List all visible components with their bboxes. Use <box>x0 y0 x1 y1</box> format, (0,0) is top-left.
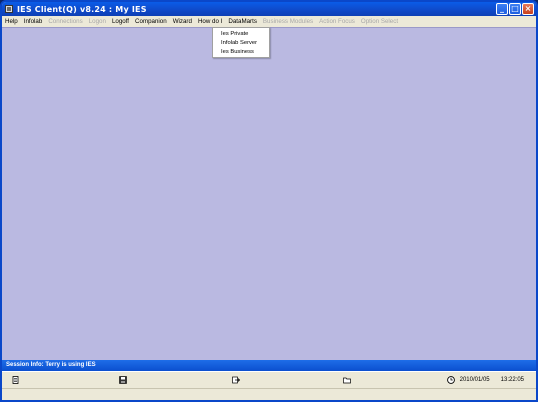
export-icon[interactable] <box>232 376 240 384</box>
dropdown-item-ies-private[interactable]: Ies Private <box>213 30 269 39</box>
status-datetime: 2010/01/05 13:22:05 <box>446 376 524 384</box>
maximize-button[interactable]: □ <box>509 3 521 15</box>
menu-logoff[interactable]: Logoff <box>109 18 132 25</box>
workspace-area <box>2 27 536 360</box>
menu-action-focus[interactable]: Action Focus <box>316 18 358 25</box>
bottom-toolbar: 2010/01/05 13:22:05 <box>2 371 536 388</box>
app-window: IES Client(Q) v8.24 : My IES _ □ × Help … <box>0 0 538 402</box>
menu-option-select[interactable]: Option Select <box>358 18 401 25</box>
status-date: 2010/01/05 <box>459 377 490 383</box>
save-icon[interactable] <box>119 376 127 384</box>
minimize-button[interactable]: _ <box>496 3 508 15</box>
menu-logon[interactable]: Logon <box>86 18 109 25</box>
bottom-status-strip <box>2 388 536 400</box>
session-info-bar: Session Info: Terry is using IES <box>2 360 536 371</box>
app-icon[interactable] <box>5 5 13 13</box>
menu-datamarts[interactable]: DataMarts <box>225 18 260 25</box>
menu-how-do-i[interactable]: How do I <box>195 18 225 25</box>
window-title: IES Client(Q) v8.24 : My IES <box>17 4 147 14</box>
menu-business-modules[interactable]: Business Modules <box>260 18 316 25</box>
document-icon[interactable] <box>12 376 20 384</box>
title-bar[interactable]: IES Client(Q) v8.24 : My IES _ □ × <box>2 2 536 16</box>
clock-icon <box>446 376 455 384</box>
folder-icon[interactable] <box>343 376 351 384</box>
menu-help[interactable]: Help <box>2 18 21 25</box>
menu-wizard[interactable]: Wizard <box>170 18 195 25</box>
menu-infolab[interactable]: Infolab <box>21 18 46 25</box>
status-time: 13:22:05 <box>500 377 524 383</box>
menu-bar: Help Infolab Connections Logon Logoff Co… <box>2 16 536 27</box>
window-controls: _ □ × <box>496 3 534 15</box>
close-button[interactable]: × <box>522 3 534 15</box>
menu-connections[interactable]: Connections <box>45 18 85 25</box>
datamarts-dropdown: Ies Private Infolab Server Ies Business <box>212 27 270 58</box>
menu-companion[interactable]: Companion <box>132 18 170 25</box>
dropdown-item-ies-business[interactable]: Ies Business <box>213 48 269 57</box>
dropdown-item-infolab-server[interactable]: Infolab Server <box>213 39 269 48</box>
